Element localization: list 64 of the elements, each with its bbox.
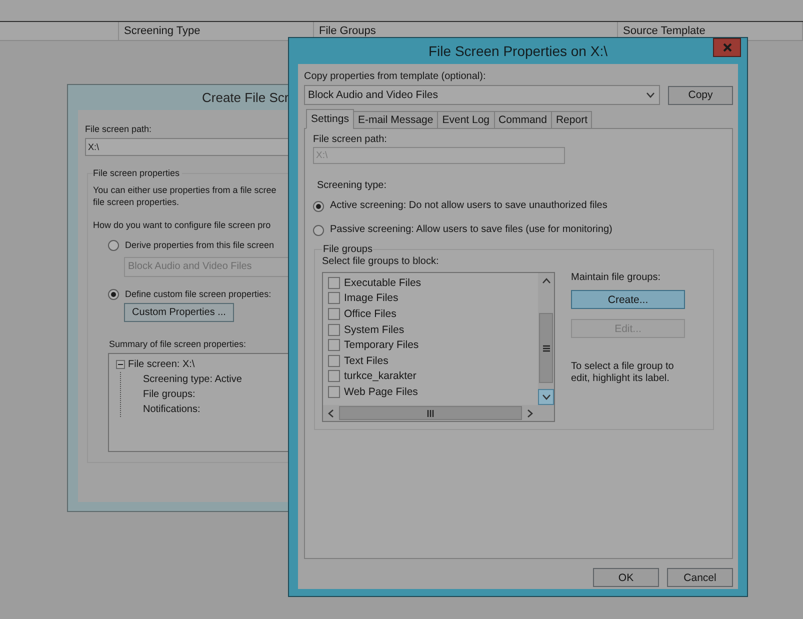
custom-properties-button[interactable]: Custom Properties ... [124,303,234,322]
group-title: File screen properties [93,167,182,179]
grip-icon [427,410,434,416]
create-button[interactable]: Create... [571,290,685,309]
radio-button[interactable] [108,240,119,250]
tree-item[interactable]: Notifications: [143,402,289,417]
group-title: File groups [322,244,374,255]
radio-button[interactable] [313,200,324,212]
question-text: How do you want to configure file screen pro [93,219,272,231]
field-label: Copy properties from template (optional): [304,70,487,84]
checkbox[interactable] [328,292,340,304]
chevron-left-icon [326,408,336,418]
checkbox[interactable] [328,276,340,289]
list-item[interactable]: Temporary Files [344,339,419,352]
section-label: Maintain file groups: [571,271,662,285]
grip-icon [542,344,550,352]
list-item[interactable]: Office Files [344,308,396,320]
tab[interactable]: Report [550,111,592,129]
radio-label[interactable]: Active screening: Do not allow users to save unauthorized files [330,199,608,213]
path-field[interactable]: X:\ [85,138,289,156]
summary-label: Summary of file screen properties: [109,338,248,350]
tree-item[interactable]: File screen: X:\ [128,357,195,372]
radio-button[interactable] [108,288,119,300]
cancel-button[interactable]: Cancel [667,568,733,587]
section-label: Screening type: [317,179,388,193]
ok-button[interactable]: OK [593,568,659,587]
checkbox[interactable] [328,370,340,382]
checkbox[interactable] [328,339,340,352]
window-title: Create File Scr [202,90,289,105]
tree-item[interactable]: Screening type: Active [143,372,289,387]
list-item[interactable]: Executable Files [344,276,422,289]
list-item[interactable]: Image Files [344,292,398,304]
list-item[interactable]: Web Page Files [344,386,418,398]
checkbox[interactable] [328,308,340,320]
checkbox[interactable] [328,324,340,336]
chevron-down-icon [542,392,550,402]
radio-label[interactable]: Passive screening: Allow users to save files (use for monitoring) [330,223,612,237]
checkbox[interactable] [328,386,340,398]
list-item[interactable]: turkce_karakter [344,370,416,382]
list-label: Select file groups to block: [322,255,440,269]
horizontal-scrollbar[interactable] [323,405,538,421]
tree-item[interactable]: File groups: [143,387,289,402]
checkbox[interactable] [328,354,340,367]
chevron-down-icon [646,90,655,100]
list-item[interactable]: Text Files [344,354,388,367]
close-button[interactable] [713,38,741,57]
description-text: You can either use properties from a file scree file screen properties. [93,184,278,208]
tab[interactable]: Settings [306,109,354,129]
window-title: File Screen Properties on X:\ [428,43,608,59]
close-icon [722,43,732,52]
collapse-icon[interactable] [116,360,125,369]
chevron-right-icon [526,408,534,418]
field-label: File screen path: [313,133,388,147]
radio-label[interactable]: Define custom file screen properties: [125,288,272,300]
list-item[interactable]: System Files [344,324,404,336]
chevron-up-icon [542,276,550,286]
copy-button[interactable]: Copy [668,86,733,104]
hint-text: To select a file group to edit, highlight its label. [571,361,675,385]
tab[interactable]: E-mail Message [352,111,438,129]
vertical-scrollbar[interactable] [538,273,554,405]
radio-label[interactable]: Derive properties from this file screen [125,239,274,251]
radio-button[interactable] [313,224,324,236]
template-dropdown[interactable]: Block Audio and Video Files [304,85,660,105]
field-label: File screen path: [85,123,153,135]
